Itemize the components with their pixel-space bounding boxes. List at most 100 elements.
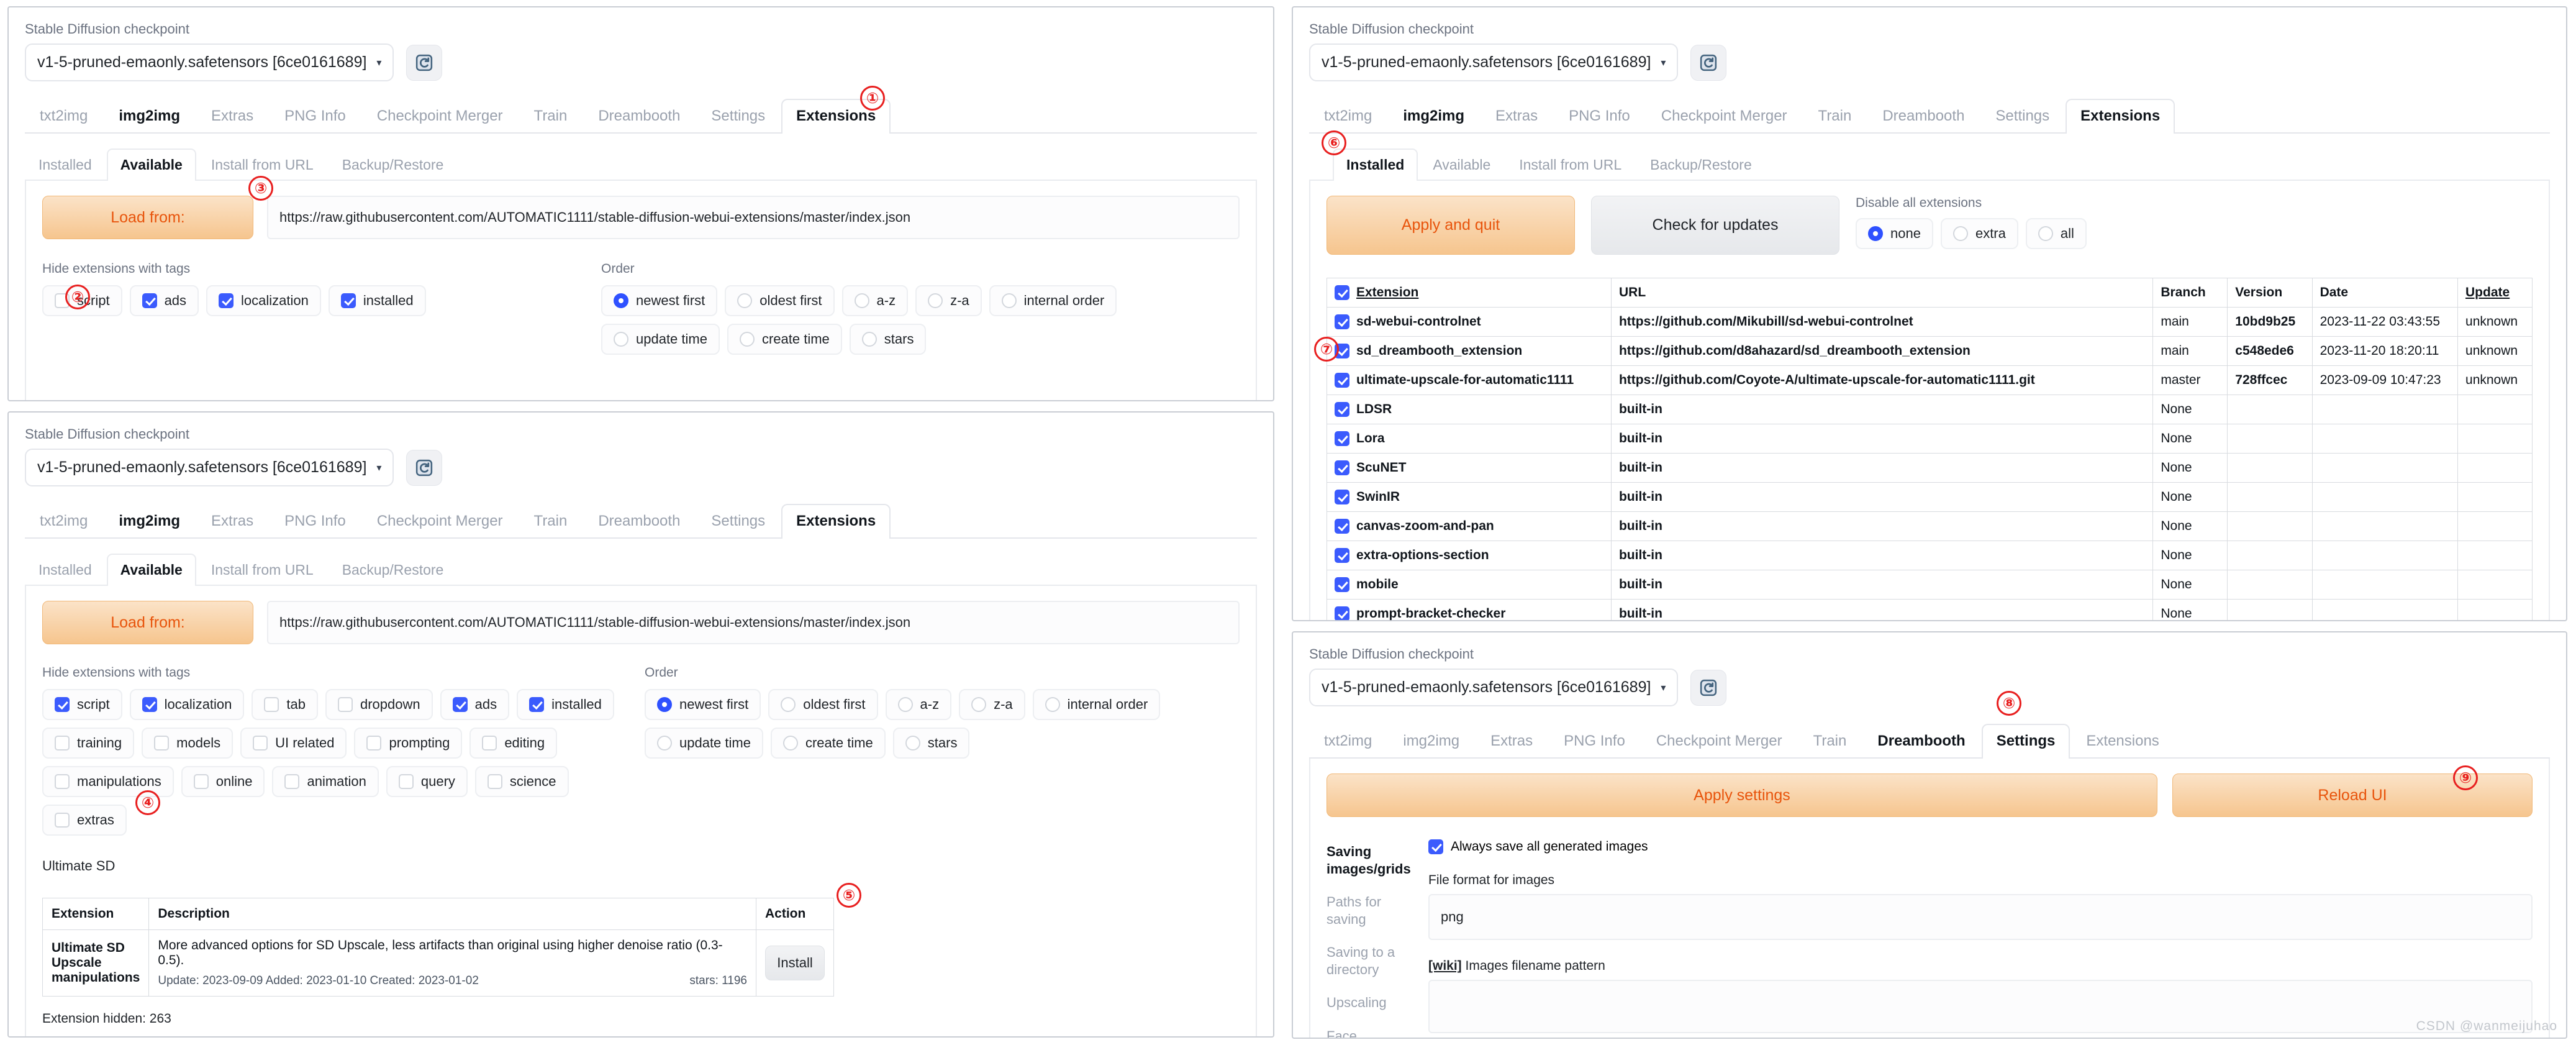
radio-icon[interactable]: [782, 736, 798, 751]
radio-icon[interactable]: [657, 736, 672, 751]
extension-enabled-checkbox[interactable]: [1335, 460, 1349, 475]
tab-dreambooth[interactable]: Dreambooth: [1862, 724, 1980, 759]
order-pill-row[interactable]: newest first oldest first a-z z-a internal o…: [601, 285, 1240, 355]
tag-pill-row[interactable]: script localization tab dropdown ads installe…: [42, 689, 626, 836]
radio-icon[interactable]: [861, 332, 877, 347]
tab-png-info[interactable]: PNG Info: [1549, 724, 1640, 759]
order-radio-update-time[interactable]: update time: [601, 324, 720, 355]
refresh-icon[interactable]: [1690, 669, 1727, 706]
order-radio-update-time[interactable]: update time: [645, 728, 763, 759]
tab-txt2img[interactable]: txt2img: [1309, 724, 1387, 759]
tag-checkbox-online[interactable]: online: [181, 766, 265, 797]
checkbox-icon[interactable]: [55, 697, 70, 712]
order-radio-internal-order[interactable]: internal order: [989, 285, 1117, 316]
check-for-updates-button[interactable]: Check for updates: [1591, 196, 1839, 255]
tab-img2img[interactable]: img2img: [1388, 99, 1479, 134]
checkpoint-select[interactable]: v1-5-pruned-emaonly.safetensors [6ce0161…: [1309, 669, 1679, 706]
tab-img2img[interactable]: img2img: [104, 504, 195, 539]
filename-pattern-input[interactable]: [1428, 980, 2533, 1033]
checkbox-icon[interactable]: [219, 293, 234, 308]
radio-icon[interactable]: [781, 697, 796, 712]
checkpoint-select[interactable]: v1-5-pruned-emaonly.safetensors [6ce0161…: [25, 449, 394, 486]
order-radio-oldest-first[interactable]: oldest first: [725, 285, 835, 316]
tab-extras[interactable]: Extras: [1481, 99, 1553, 134]
always-save-checkbox[interactable]: [1428, 839, 1443, 854]
order-radio-z-a[interactable]: z-a: [915, 285, 982, 316]
radio-icon[interactable]: [905, 736, 920, 751]
tab-train[interactable]: Train: [1798, 724, 1862, 759]
checkbox-icon[interactable]: [398, 774, 414, 789]
sub-tabs-b[interactable]: Installed Available Install from URL Bac…: [25, 552, 1257, 586]
radio-icon[interactable]: [1952, 226, 1968, 241]
apply-settings-button[interactable]: Apply settings: [1327, 773, 2157, 817]
settings-category-saving-to-a-directory[interactable]: Saving to a directory: [1327, 944, 1420, 978]
radio-icon[interactable]: [2038, 226, 2053, 241]
tag-checkbox-ui-related[interactable]: UI related: [240, 728, 347, 759]
tag-checkbox-query[interactable]: query: [386, 766, 468, 797]
tab-extras[interactable]: Extras: [196, 504, 268, 539]
checkbox-icon[interactable]: [154, 736, 170, 751]
refresh-icon[interactable]: [406, 449, 443, 486]
radio-icon[interactable]: [897, 697, 913, 712]
tag-checkbox-animation[interactable]: animation: [272, 766, 379, 797]
radio-icon[interactable]: [971, 697, 987, 712]
radio-icon[interactable]: [739, 332, 755, 347]
extension-enabled-checkbox[interactable]: [1335, 314, 1349, 329]
file-format-input[interactable]: png: [1428, 894, 2533, 940]
tab-dreambooth[interactable]: Dreambooth: [1867, 99, 1979, 134]
tab-img2img[interactable]: img2img: [104, 99, 195, 134]
tag-checkbox-training[interactable]: training: [42, 728, 135, 759]
tab-dreambooth[interactable]: Dreambooth: [583, 504, 695, 539]
tag-checkbox-ads[interactable]: ads: [129, 285, 199, 316]
subtab-backup-restore[interactable]: Backup/Restore: [329, 554, 458, 586]
checkpoint-select[interactable]: v1-5-pruned-emaonly.safetensors [6ce0161…: [1309, 43, 1679, 81]
order-radio-create-time[interactable]: create time: [727, 324, 842, 355]
load-from-button[interactable]: Load from:: [42, 601, 253, 644]
tab-png-info[interactable]: PNG Info: [270, 99, 361, 134]
tab-settings[interactable]: Settings: [1980, 99, 2064, 134]
tag-checkbox-extras[interactable]: extras: [42, 805, 127, 836]
checkbox-icon[interactable]: [253, 736, 268, 751]
tab-extensions[interactable]: Extensions: [781, 504, 891, 539]
extension-enabled-checkbox[interactable]: [1335, 606, 1349, 620]
disable-radio-none[interactable]: none: [1856, 218, 1933, 249]
tab-checkpoint-merger[interactable]: Checkpoint Merger: [1646, 99, 1802, 134]
tag-checkbox-dropdown[interactable]: dropdown: [325, 689, 433, 720]
disable-all-radio-row[interactable]: none extra all: [1856, 218, 2087, 249]
tab-checkpoint-merger[interactable]: Checkpoint Merger: [1641, 724, 1797, 759]
tab-checkpoint-merger[interactable]: Checkpoint Merger: [362, 99, 518, 134]
sub-tabs-c[interactable]: Installed Available Install from URL Bac…: [1309, 147, 2550, 181]
radio-icon[interactable]: [737, 293, 753, 308]
tab-png-info[interactable]: PNG Info: [270, 504, 361, 539]
extension-search-input[interactable]: Ultimate SD: [42, 858, 1240, 874]
order-radio-stars[interactable]: stars: [849, 324, 927, 355]
tag-checkbox-localization[interactable]: localization: [206, 285, 321, 316]
order-radio-newest-first[interactable]: newest first: [645, 689, 761, 720]
tag-checkbox-models[interactable]: models: [142, 728, 234, 759]
tab-img2img[interactable]: img2img: [1388, 724, 1474, 759]
radio-icon[interactable]: [1001, 293, 1017, 308]
checkbox-icon[interactable]: [193, 774, 209, 789]
tab-extensions[interactable]: Extensions: [2071, 724, 2174, 759]
checkbox-icon[interactable]: [482, 736, 497, 751]
always-save-row[interactable]: Always save all generated images: [1428, 839, 2533, 854]
checkbox-icon[interactable]: [338, 697, 353, 712]
tab-train[interactable]: Train: [519, 504, 583, 539]
checkbox-icon[interactable]: [264, 697, 279, 712]
subtab-backup-restore[interactable]: Backup/Restore: [1636, 148, 1766, 181]
checkbox-icon[interactable]: [452, 697, 468, 712]
tag-checkbox-installed[interactable]: installed: [517, 689, 614, 720]
extension-enabled-checkbox[interactable]: [1335, 490, 1349, 504]
disable-radio-all[interactable]: all: [2025, 218, 2087, 249]
main-tabs-a[interactable]: txt2img img2img Extras PNG Info Checkpoi…: [25, 98, 1257, 134]
wiki-link[interactable]: [wiki]: [1428, 959, 1462, 973]
checkbox-icon[interactable]: [340, 293, 356, 308]
tag-pill-row[interactable]: script ads localization installed: [42, 285, 576, 316]
extension-enabled-checkbox[interactable]: [1335, 548, 1349, 563]
order-radio-a-z[interactable]: a-z: [885, 689, 952, 720]
select-all-checkbox[interactable]: [1335, 285, 1349, 300]
extension-enabled-checkbox[interactable]: [1335, 373, 1349, 388]
tag-checkbox-editing[interactable]: editing: [469, 728, 558, 759]
radio-icon[interactable]: [614, 293, 628, 308]
subtab-installed[interactable]: Installed: [1333, 148, 1418, 181]
